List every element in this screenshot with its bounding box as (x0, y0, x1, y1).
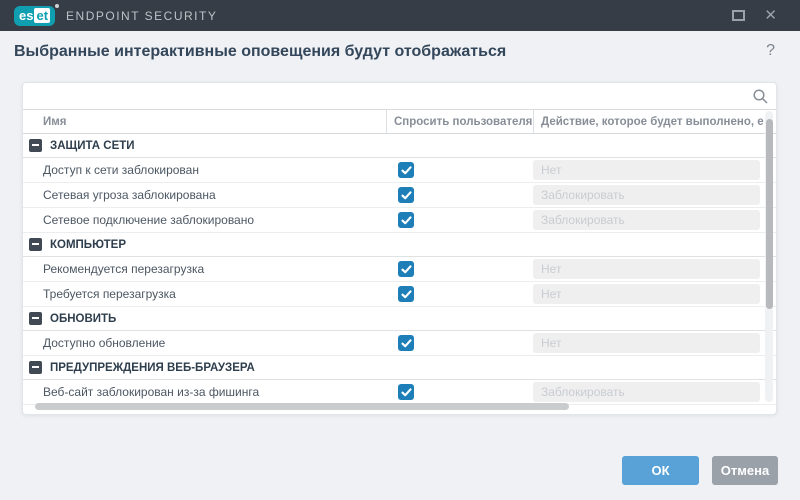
search-icon[interactable] (752, 88, 769, 110)
eset-logo: es et (14, 3, 60, 26)
ask-user-checkbox[interactable] (398, 286, 414, 302)
table-row[interactable]: Сетевое подключение заблокировано Заблоки… (23, 208, 776, 233)
alert-name: Веб-сайт заблокирован из-за фишинга (43, 385, 260, 399)
ask-user-checkbox[interactable] (398, 335, 414, 351)
ask-user-checkbox[interactable] (398, 212, 414, 228)
table-row[interactable]: Рекомендуется перезагрузка Нет (23, 257, 776, 282)
table-body: ЗАЩИТА СЕТИ Доступ к сети заблокирован Нет… (23, 134, 776, 405)
horizontal-scrollbar-thumb[interactable] (35, 403, 569, 410)
page-title: Выбранные интерактивные оповещения будут… (14, 43, 507, 60)
ask-user-cell (386, 162, 533, 178)
eset-logo-right: et (34, 8, 51, 23)
column-header-action: Действие, которое будет выполнено, е (533, 110, 776, 133)
table-row[interactable]: Доступ к сети заблокирован Нет (23, 158, 776, 183)
action-cell: Заблокировать (533, 382, 776, 402)
ok-button[interactable]: ОК (622, 456, 699, 485)
table-row[interactable]: Сетевая угроза заблокирована Заблокироват… (23, 183, 776, 208)
collapse-icon[interactable] (29, 312, 42, 325)
action-cell: Нет (533, 284, 776, 304)
alert-name: Сетевая угроза заблокирована (43, 188, 216, 202)
ask-user-checkbox[interactable] (398, 162, 414, 178)
search-input[interactable] (23, 83, 776, 109)
collapse-icon[interactable] (29, 361, 42, 374)
action-cell: Нет (533, 160, 776, 180)
table-row[interactable]: Требуется перезагрузка Нет (23, 282, 776, 307)
window-controls: ✕ (732, 8, 777, 23)
action-dropdown: Заблокировать (533, 210, 760, 230)
ask-user-cell (386, 384, 533, 400)
ask-user-checkbox[interactable] (398, 187, 414, 203)
table-row[interactable]: Веб-сайт заблокирован из-за фишинга Забло… (23, 380, 776, 405)
alert-name: Требуется перезагрузка (43, 287, 176, 301)
ask-user-cell (386, 286, 533, 302)
alert-name: Доступ к сети заблокирован (43, 163, 199, 177)
close-icon[interactable]: ✕ (764, 8, 777, 23)
group-label: ОБНОВИТЬ (50, 312, 117, 325)
vertical-scrollbar-thumb[interactable] (766, 119, 773, 309)
action-cell: Нет (533, 333, 776, 353)
group-row[interactable]: ОБНОВИТЬ (23, 307, 776, 331)
action-cell: Заблокировать (533, 185, 776, 205)
ask-user-cell (386, 335, 533, 351)
ask-user-checkbox[interactable] (398, 384, 414, 400)
action-dropdown: Нет (533, 160, 760, 180)
alert-name: Рекомендуется перезагрузка (43, 262, 205, 276)
group-row[interactable]: КОМПЬЮТЕР (23, 233, 776, 257)
group-row[interactable]: ЗАЩИТА СЕТИ (23, 134, 776, 158)
ask-user-cell (386, 212, 533, 228)
group-row[interactable]: ПРЕДУПРЕЖДЕНИЯ ВЕБ-БРАУЗЕРА (23, 356, 776, 380)
registered-mark-icon (55, 3, 60, 8)
search-row (23, 83, 776, 110)
product-name: ENDPOINT SECURITY (66, 8, 218, 23)
action-dropdown: Нет (533, 259, 760, 279)
alerts-panel: Имя Спросить пользователя Действие, кото… (22, 82, 777, 415)
ask-user-cell (386, 187, 533, 203)
group-label: ПРЕДУПРЕЖДЕНИЯ ВЕБ-БРАУЗЕРА (50, 361, 255, 374)
maximize-icon[interactable] (732, 10, 746, 21)
collapse-icon[interactable] (29, 238, 42, 251)
column-header-name: Имя (43, 115, 67, 128)
action-dropdown: Заблокировать (533, 185, 760, 205)
collapse-icon[interactable] (29, 139, 42, 152)
action-dropdown: Нет (533, 284, 760, 304)
eset-logo-left: es (19, 8, 34, 23)
ask-user-cell (386, 261, 533, 277)
ask-user-checkbox[interactable] (398, 261, 414, 277)
help-icon[interactable]: ? (766, 42, 775, 60)
action-dropdown: Нет (533, 333, 760, 353)
group-label: ЗАЩИТА СЕТИ (50, 139, 135, 152)
action-dropdown: Заблокировать (533, 382, 760, 402)
alert-name: Сетевое подключение заблокировано (43, 213, 255, 227)
table-row[interactable]: Доступно обновление Нет (23, 331, 776, 356)
table-header: Имя Спросить пользователя Действие, кото… (23, 110, 776, 134)
column-header-ask-user: Спросить пользователя (386, 110, 533, 133)
titlebar: es et ENDPOINT SECURITY ✕ (0, 0, 800, 31)
alert-name: Доступно обновление (43, 336, 166, 350)
group-label: КОМПЬЮТЕР (50, 238, 127, 251)
cancel-button[interactable]: Отмена (712, 456, 778, 485)
action-cell: Нет (533, 259, 776, 279)
action-cell: Заблокировать (533, 210, 776, 230)
